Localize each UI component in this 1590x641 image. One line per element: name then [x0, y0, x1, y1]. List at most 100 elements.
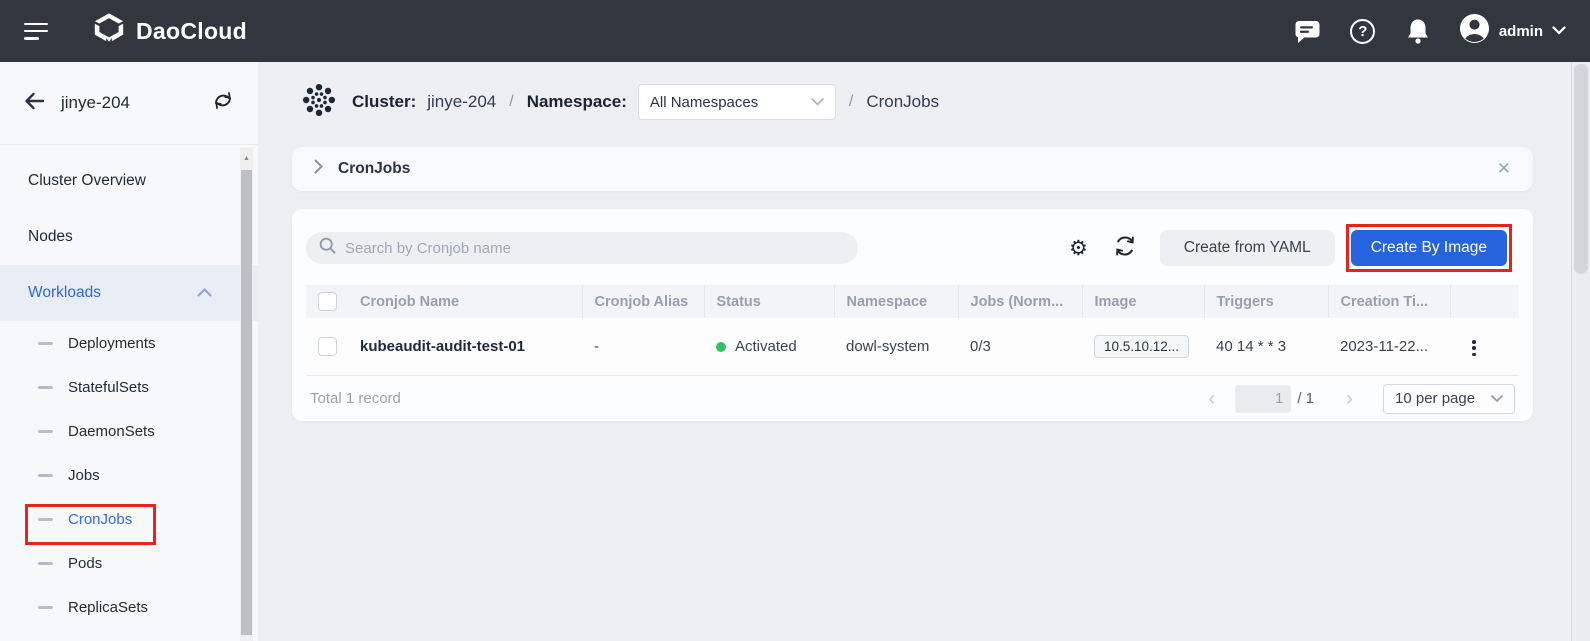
status-text: Activated [735, 338, 797, 355]
dash-icon [38, 474, 53, 477]
cronjobs-table-card: ⚙ Create from YAML Create By Image [292, 209, 1533, 421]
sidebar-cluster-name: jinye-204 [61, 93, 130, 113]
cronjobs-table: Cronjob Name Cronjob Alias Status Namesp… [306, 285, 1519, 375]
table-row: kubeaudit-audit-test-01 - Activated dowl… [306, 318, 1519, 375]
scrollbar-thumb[interactable] [241, 170, 252, 635]
table-footer: Total 1 record ‹ / 1 › 10 per page [306, 375, 1519, 421]
dash-icon [38, 430, 53, 433]
cronjobs-collapse-panel: CronJobs ✕ [292, 147, 1533, 191]
close-icon[interactable]: ✕ [1497, 159, 1511, 179]
main-content: Cluster: jinye-204 / Namespace: All Name… [258, 62, 1571, 641]
total-records: Total 1 record [310, 390, 401, 407]
sidebar-item-nodes[interactable]: Nodes [0, 209, 258, 265]
sidebar-menu: Cluster Overview Nodes Workloads Deploym… [0, 145, 258, 629]
cell-triggers: 40 14 * * 3 [1204, 318, 1328, 375]
cell-cronjob-name: kubeaudit-audit-test-01 [348, 318, 582, 375]
user-menu[interactable]: admin [1459, 13, 1566, 49]
breadcrumb: Cluster: jinye-204 / Namespace: All Name… [258, 62, 1571, 120]
sidebar-item-workloads[interactable]: Workloads [0, 265, 258, 321]
search-box [306, 232, 858, 264]
cell-namespace: dowl-system [834, 318, 958, 375]
sidebar-item-jobs[interactable]: Jobs [0, 453, 258, 497]
col-header-triggers: Triggers [1204, 285, 1328, 318]
dash-icon [38, 342, 53, 345]
sidebar-item-cronjobs[interactable]: CronJobs [0, 497, 258, 541]
cluster-value: jinye-204 [427, 92, 496, 112]
scrollbar-up-arrow-icon[interactable]: ▲ [240, 148, 253, 168]
cluster-dots-icon [300, 81, 338, 124]
next-page-icon[interactable]: › [1342, 388, 1357, 409]
page-scrollbar[interactable] [1571, 62, 1590, 641]
switch-cluster-icon[interactable] [212, 91, 234, 115]
col-header-cronjob-alias: Cronjob Alias [582, 285, 704, 318]
sidebar-item-pods[interactable]: Pods [0, 541, 258, 585]
daocloud-cube-icon [92, 12, 126, 51]
sidebar-item-statefulsets[interactable]: StatefulSets [0, 365, 258, 409]
table-toolbar: ⚙ Create from YAML Create By Image [306, 230, 1519, 266]
namespace-label: Namespace: [527, 92, 627, 112]
prev-page-icon[interactable]: ‹ [1204, 388, 1219, 409]
page-total: / 1 [1297, 390, 1314, 407]
sidebar-item-daemonsets[interactable]: DaemonSets [0, 409, 258, 453]
notification-bell-icon[interactable] [1404, 17, 1432, 45]
row-actions-kebab-icon[interactable] [1462, 334, 1486, 362]
back-arrow-icon[interactable] [24, 92, 45, 115]
avatar [1459, 13, 1490, 49]
chevron-right-icon[interactable] [314, 159, 323, 179]
cell-cronjob-alias: - [582, 318, 704, 375]
page-number-input[interactable] [1235, 385, 1291, 413]
chevron-up-icon [197, 284, 212, 302]
status-dot [716, 342, 726, 352]
dash-icon [38, 386, 53, 389]
cell-jobs: 0/3 [958, 318, 1082, 375]
select-all-checkbox[interactable] [318, 292, 337, 311]
sidebar: jinye-204 Cluster Overview Nodes Workloa… [0, 62, 258, 641]
gear-icon[interactable]: ⚙ [1069, 238, 1088, 259]
col-header-status: Status [704, 285, 834, 318]
panel-title: CronJobs [338, 160, 410, 178]
col-header-cronjob-name: Cronjob Name [348, 285, 582, 318]
image-chip: 10.5.10.12... [1094, 335, 1189, 358]
brand-name: DaoCloud [136, 18, 247, 45]
create-by-image-button[interactable]: Create By Image [1351, 230, 1507, 266]
help-icon[interactable]: ? [1349, 17, 1377, 45]
col-header-actions [1450, 285, 1519, 318]
sidebar-item-replicasets[interactable]: ReplicaSets [0, 585, 258, 629]
page-size-value: 10 per page [1395, 390, 1475, 407]
chevron-down-icon [811, 93, 824, 111]
hamburger-menu-icon[interactable] [24, 23, 48, 40]
search-input[interactable] [345, 240, 845, 257]
namespace-select[interactable]: All Namespaces [638, 84, 836, 120]
table-header-row: Cronjob Name Cronjob Alias Status Namesp… [306, 285, 1519, 318]
user-name: admin [1499, 23, 1543, 40]
brand-logo[interactable]: DaoCloud [92, 12, 247, 51]
cluster-label: Cluster: [352, 92, 416, 112]
breadcrumb-separator: / [847, 93, 855, 111]
breadcrumb-separator: / [507, 93, 515, 111]
dash-icon [38, 606, 53, 609]
refresh-icon[interactable] [1114, 235, 1136, 262]
chevron-down-icon[interactable] [1552, 22, 1566, 40]
dash-icon [38, 562, 53, 565]
col-header-image: Image [1082, 285, 1204, 318]
dash-icon [38, 518, 53, 521]
top-navbar: DaoCloud ? [0, 0, 1590, 62]
page-size-select[interactable]: 10 per page [1383, 384, 1515, 414]
chevron-down-icon [1491, 390, 1503, 408]
col-header-jobs: Jobs (Norm... [958, 285, 1082, 318]
pagination: ‹ / 1 › 10 per page [1204, 384, 1515, 414]
sidebar-scrollbar[interactable]: ▲ [240, 148, 253, 641]
sidebar-item-cluster-overview[interactable]: Cluster Overview [0, 153, 258, 209]
search-icon [319, 237, 336, 259]
message-icon[interactable] [1294, 17, 1322, 45]
col-header-namespace: Namespace [834, 285, 958, 318]
cell-creation-time: 2023-11-22... [1328, 318, 1450, 375]
question-mark: ? [1350, 19, 1375, 44]
page-scrollbar-thumb[interactable] [1574, 64, 1588, 274]
namespace-select-value: All Namespaces [650, 94, 758, 111]
col-header-creation-time: Creation Ti... [1328, 285, 1450, 318]
create-from-yaml-button[interactable]: Create from YAML [1160, 230, 1335, 266]
breadcrumb-page: CronJobs [866, 92, 939, 112]
sidebar-item-deployments[interactable]: Deployments [0, 321, 258, 365]
row-checkbox[interactable] [318, 337, 337, 356]
